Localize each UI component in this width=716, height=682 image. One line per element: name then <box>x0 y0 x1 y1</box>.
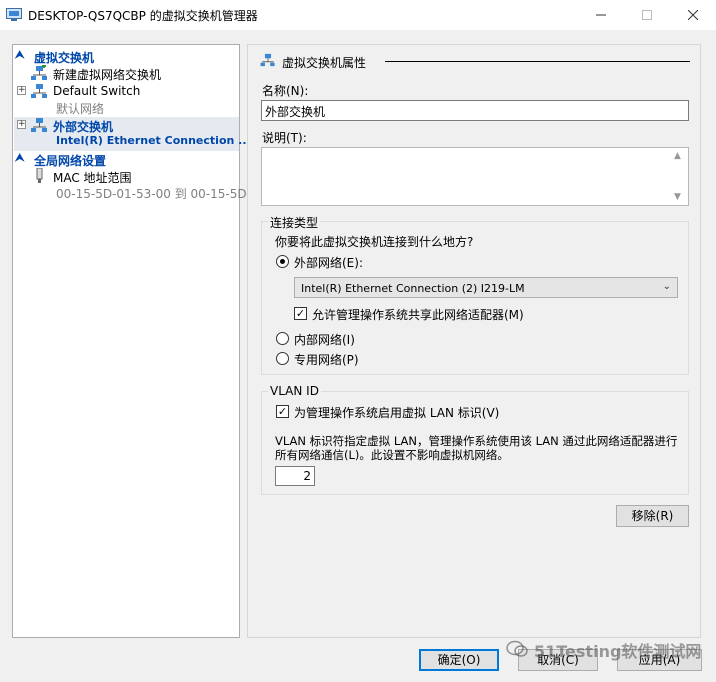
title-bar: DESKTOP-QS7QCBP 的虚拟交换机管理器 <box>0 0 716 30</box>
minimize-icon <box>596 14 606 16</box>
collapse-chevron-icon[interactable]: ⮝ <box>15 151 27 165</box>
maximize-icon <box>642 10 652 20</box>
scroll-down-icon[interactable]: ▼ <box>674 192 681 202</box>
new-network-icon <box>31 65 47 80</box>
network-switch-icon <box>31 84 47 98</box>
notes-textarea[interactable]: ▲ ▼ <box>261 147 689 206</box>
section-title: 虚拟交换机属性 <box>282 56 367 70</box>
tree-item-sublabel: 00-15-5D-01-53-00 到 00-15-5D-0... <box>56 187 270 201</box>
notes-label: 说明(T): <box>262 131 307 145</box>
expand-plus-icon[interactable]: + <box>17 86 26 95</box>
minimize-button[interactable] <box>578 0 624 30</box>
category-virtual-switches[interactable]: ⮝ 虚拟交换机 <box>14 48 239 65</box>
category-label: 全局网络设置 <box>34 154 107 168</box>
vlan-id-input[interactable]: 2 <box>275 466 315 486</box>
private-network-radio[interactable] <box>276 352 289 365</box>
external-network-radio[interactable] <box>276 255 289 268</box>
allow-share-label[interactable]: 允许管理操作系统共享此网络适配器(M) <box>312 306 524 323</box>
wechat-icon <box>506 640 528 657</box>
maximize-button[interactable] <box>624 0 670 30</box>
section-divider <box>385 61 690 62</box>
internal-network-label[interactable]: 内部网络(I) <box>294 331 355 348</box>
virtual-switch-manager-icon <box>6 8 22 21</box>
network-switch-icon <box>31 118 47 132</box>
network-adapter-select[interactable]: Intel(R) Ethernet Connection (2) I219-LM… <box>294 277 678 298</box>
tree-item-mac-range[interactable]: MAC 地址范围 00-15-5D-01-53-00 到 00-15-5D-0.… <box>14 168 270 202</box>
tree-item-label: Default Switch <box>53 84 141 98</box>
section-header: 虚拟交换机属性 <box>260 53 690 70</box>
tree-item-new-switch[interactable]: 新建虚拟网络交换机 <box>14 65 239 83</box>
category-label: 虚拟交换机 <box>34 51 95 65</box>
external-network-label[interactable]: 外部网络(E): <box>294 254 363 271</box>
name-input[interactable]: 外部交换机 <box>261 100 689 121</box>
collapse-chevron-icon[interactable]: ⮝ <box>15 48 27 62</box>
vlan-description-line2: 所有网络通信(L)。此设置不影响虚拟机网络。 <box>275 448 509 462</box>
allow-share-checkbox[interactable]: ✓ <box>294 307 307 320</box>
notes-scrollbar[interactable]: ▲ ▼ <box>671 148 688 205</box>
vlan-id-group: VLAN ID ✓ 为管理操作系统启用虚拟 LAN 标识(V) VLAN 标识符… <box>261 384 689 495</box>
private-network-label[interactable]: 专用网络(P) <box>294 351 359 368</box>
internal-network-radio[interactable] <box>276 332 289 345</box>
connection-type-group: 连接类型 你要将此虚拟交换机连接到什么地方? 外部网络(E): Intel(R)… <box>261 214 689 375</box>
close-icon <box>688 10 698 20</box>
ok-button[interactable]: 确定(O) <box>419 649 499 671</box>
enable-vlan-checkbox[interactable]: ✓ <box>276 405 289 418</box>
tree-item-sublabel: Intel(R) Ethernet Connection ... <box>56 134 251 147</box>
category-global-network-settings[interactable]: ⮝ 全局网络设置 <box>14 151 239 168</box>
group-title: 连接类型 <box>268 214 321 231</box>
network-adapter-icon <box>36 168 43 183</box>
properties-panel: 虚拟交换机属性 名称(N): 外部交换机 说明(T): ▲ ▼ 连接类型 你要将… <box>247 44 701 638</box>
tree-item-sublabel: 默认网络 <box>56 102 105 116</box>
enable-vlan-label[interactable]: 为管理操作系统启用虚拟 LAN 标识(V) <box>294 404 499 421</box>
name-label: 名称(N): <box>262 84 309 98</box>
connection-question: 你要将此虚拟交换机连接到什么地方? <box>275 235 474 249</box>
remove-button[interactable]: 移除(R) <box>616 505 689 527</box>
tree-item-default-switch[interactable]: + Default Switch 默认网络 <box>14 83 239 117</box>
window-title: DESKTOP-QS7QCBP 的虚拟交换机管理器 <box>28 9 258 23</box>
tree-item-label: 新建虚拟网络交换机 <box>53 68 162 82</box>
tree-item-external-switch[interactable]: + 外部交换机 Intel(R) Ethernet Connection ... <box>14 117 251 151</box>
expand-plus-icon[interactable]: + <box>17 120 26 129</box>
tree-item-label: MAC 地址范围 <box>53 171 132 185</box>
watermark-text: 51Testing软件测试网 <box>534 642 702 661</box>
network-adapter-value: Intel(R) Ethernet Connection (2) I219-LM <box>301 282 525 295</box>
scroll-up-icon[interactable]: ▲ <box>674 151 681 161</box>
network-switch-icon <box>260 53 275 67</box>
chevron-down-icon: ⌄ <box>662 281 671 292</box>
tree-item-label: 外部交换机 <box>53 120 114 134</box>
close-button[interactable] <box>670 0 716 30</box>
navigation-tree: ⮝ 虚拟交换机 新建虚拟网络交换机 + Default Switch 默认网络 … <box>12 44 270 638</box>
group-title: VLAN ID <box>268 384 321 398</box>
